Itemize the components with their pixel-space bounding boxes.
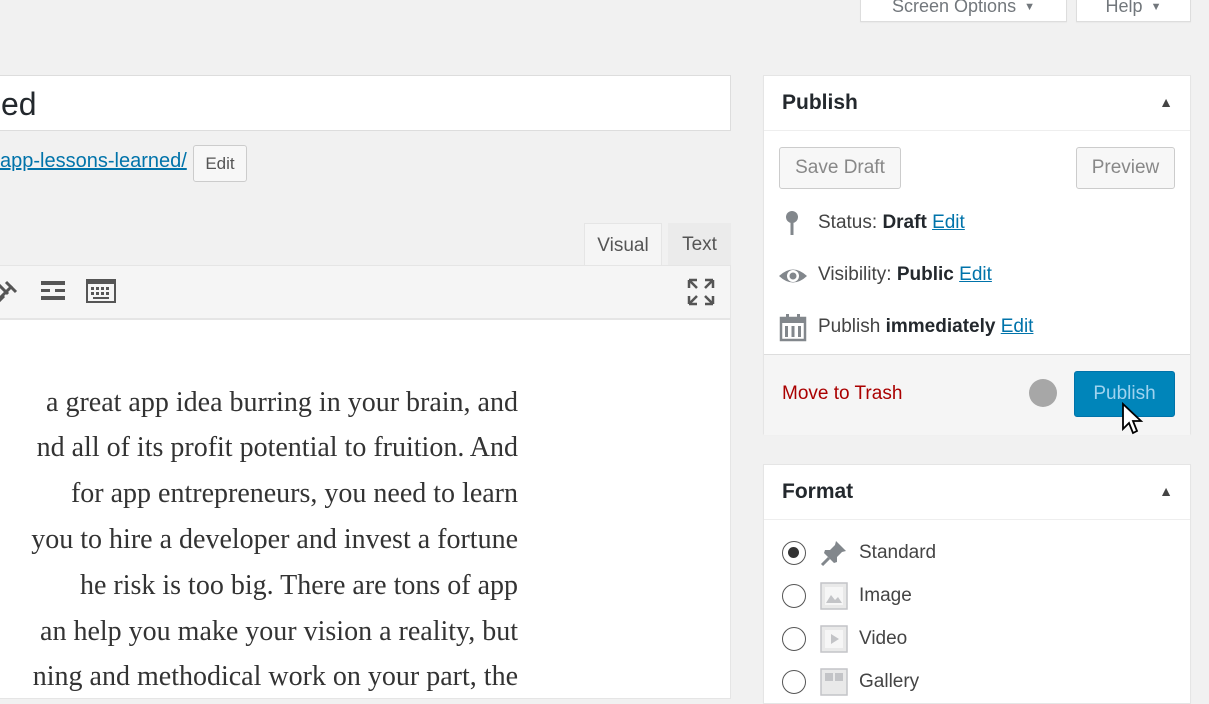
editor-toolbar [0, 265, 731, 319]
screen-options-label: Screen Options [892, 0, 1017, 16]
fullscreen-icon[interactable] [687, 278, 715, 311]
content-line: nd all of its profit potential to fruiti… [36, 432, 518, 463]
screen-options-button[interactable]: Screen Options ▼ [860, 0, 1067, 22]
format-label: Video [859, 628, 908, 649]
editor-content[interactable]: a great app idea burring in your brain, … [0, 319, 731, 699]
keyboard-toggle-icon[interactable] [86, 278, 116, 309]
visibility-edit-link[interactable]: Edit [959, 264, 992, 285]
publish-box-title: Publish [782, 91, 858, 114]
format-label: Gallery [859, 671, 920, 692]
publish-box: Publish ▲ Save Draft Preview Status: Dra… [763, 75, 1191, 435]
format-box-header[interactable]: Format ▲ [764, 465, 1190, 520]
unlink-icon[interactable] [0, 278, 20, 311]
move-to-trash-link[interactable]: Move to Trash [782, 383, 902, 405]
help-button[interactable]: Help ▼ [1076, 0, 1191, 22]
pin-icon [778, 209, 808, 239]
status-label: Status: [818, 212, 878, 233]
permalink-edit-button[interactable]: Edit [193, 145, 247, 182]
content-line: ning and methodical work on your part, t… [32, 661, 518, 692]
publish-edit-link[interactable]: Edit [1001, 316, 1034, 337]
image-icon [820, 582, 848, 610]
radio-gallery[interactable] [782, 670, 806, 694]
visibility-label: Visibility: [818, 264, 892, 285]
pin-icon [820, 539, 848, 567]
content-line: for app entrepreneurs, you need to learn [70, 478, 518, 509]
post-title-text: ed [1, 86, 37, 122]
format-box-title: Format [782, 480, 854, 503]
read-more-icon[interactable] [41, 278, 65, 309]
collapse-arrow-icon[interactable]: ▲ [1159, 483, 1173, 499]
status-edit-link[interactable]: Edit [932, 212, 965, 233]
radio-video[interactable] [782, 627, 806, 651]
content-line: a great app idea burring in your brain, … [46, 387, 518, 418]
format-label: Standard [859, 542, 937, 563]
format-box: Format ▲ Standard Image Video Gallery [763, 464, 1191, 704]
spinner-icon [1029, 379, 1057, 407]
mouse-cursor-icon [1121, 401, 1145, 441]
post-title-input[interactable]: ed [0, 75, 731, 131]
publish-box-header[interactable]: Publish ▲ [764, 76, 1190, 131]
eye-icon [778, 261, 808, 291]
caret-down-icon: ▼ [1024, 1, 1035, 13]
radio-standard[interactable] [782, 541, 806, 565]
collapse-arrow-icon[interactable]: ▲ [1159, 94, 1173, 110]
publish-label: Publish [818, 316, 881, 337]
radio-image[interactable] [782, 584, 806, 608]
status-value: Draft [882, 212, 927, 233]
format-label: Image [859, 585, 912, 606]
tab-visual[interactable]: Visual [584, 223, 662, 266]
caret-down-icon: ▼ [1150, 1, 1162, 13]
content-line: an help you make your vision a reality, … [40, 616, 518, 647]
content-line: he risk is too big. There are tons of ap… [79, 570, 518, 601]
permalink-link[interactable]: app-lessons-learned/ [0, 150, 187, 173]
publish-value: immediately [885, 316, 996, 337]
gallery-icon [820, 668, 848, 696]
video-icon [820, 625, 848, 653]
calendar-icon [778, 313, 808, 343]
tab-text[interactable]: Text [668, 223, 731, 266]
help-label: Help [1105, 0, 1143, 16]
content-line: you to hire a developer and invest a for… [31, 524, 518, 555]
preview-button[interactable]: Preview [1076, 147, 1175, 189]
visibility-value: Public [896, 264, 954, 285]
save-draft-button[interactable]: Save Draft [779, 147, 901, 189]
